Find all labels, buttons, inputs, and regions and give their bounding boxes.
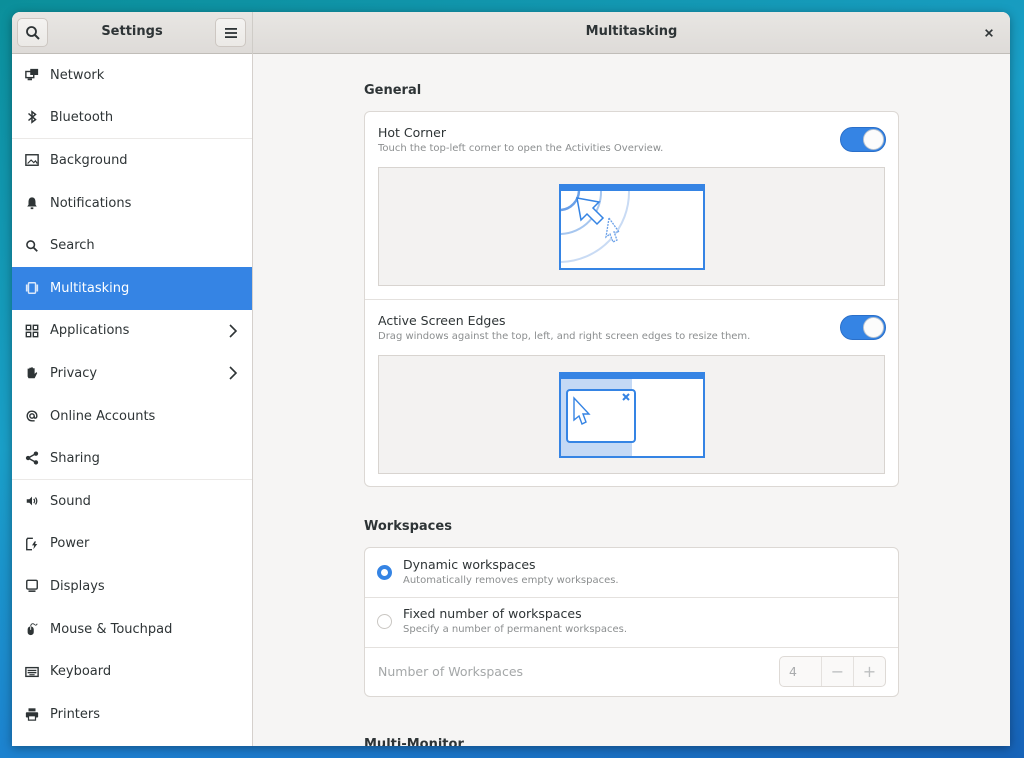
multitasking-icon <box>24 280 40 296</box>
sidebar-item-label: Privacy <box>50 365 98 381</box>
sidebar-item-label: Online Accounts <box>50 408 156 424</box>
workspaces-count-input[interactable]: 4 <box>780 657 822 686</box>
background-icon <box>24 152 40 168</box>
applications-grid-icon <box>24 323 40 339</box>
sidebar-item-sound[interactable]: Sound <box>12 480 252 523</box>
sidebar-item-label: Background <box>50 152 128 168</box>
workspaces-section-title: Workspaces <box>364 519 452 534</box>
sidebar-item-label: Search <box>50 238 95 254</box>
sidebar-item-label: Multitasking <box>50 280 130 296</box>
hand-icon <box>24 365 40 381</box>
sidebar-item-sharing[interactable]: Sharing <box>12 437 252 480</box>
dynamic-workspaces-title: Dynamic workspaces <box>403 557 536 572</box>
header-bar: Settings Multitasking <box>12 12 1010 54</box>
sidebar: Network Bluetooth Background Notificatio… <box>12 54 253 746</box>
hot-corner-illustration-icon <box>558 183 705 270</box>
fixed-workspaces-title: Fixed number of workspaces <box>403 606 582 621</box>
number-of-workspaces-spinner: 4 − + <box>779 656 886 687</box>
search-icon <box>24 238 40 254</box>
at-icon <box>24 408 40 424</box>
general-card: Hot Corner Touch the top-left corner to … <box>364 111 899 487</box>
sidebar-item-online-accounts[interactable]: Online Accounts <box>12 395 252 438</box>
chevron-right-icon <box>229 323 238 338</box>
sidebar-item-applications[interactable]: Applications <box>12 310 252 353</box>
close-icon <box>985 29 993 37</box>
sidebar-item-search[interactable]: Search <box>12 224 252 267</box>
sidebar-item-label: Bluetooth <box>50 109 114 125</box>
bluetooth-icon <box>24 109 40 125</box>
toggle-knob <box>863 317 884 338</box>
keyboard-icon <box>24 664 40 680</box>
sidebar-item-label: Displays <box>50 578 105 594</box>
sidebar-item-label: Power <box>50 536 90 552</box>
fixed-workspaces-row[interactable]: Fixed number of workspaces Specify a num… <box>365 598 898 647</box>
sidebar-item-privacy[interactable]: Privacy <box>12 352 252 395</box>
hot-corner-toggle[interactable] <box>840 127 886 152</box>
fixed-workspaces-subtitle: Specify a number of permanent workspaces… <box>403 624 628 635</box>
sidebar-item-label: Applications <box>50 323 130 339</box>
multi-monitor-section-title: Multi-Monitor <box>364 737 464 746</box>
sidebar-item-network[interactable]: Network <box>12 54 252 97</box>
decrement-button[interactable]: − <box>822 657 853 686</box>
dynamic-workspaces-subtitle: Automatically removes empty workspaces. <box>403 575 619 586</box>
sidebar-item-label: Keyboard <box>50 664 112 680</box>
sidebar-item-label: Notifications <box>50 195 132 211</box>
fixed-workspaces-radio[interactable] <box>377 614 392 629</box>
hot-corner-title: Hot Corner <box>378 125 446 140</box>
sidebar-item-label: Network <box>50 67 105 83</box>
sidebar-item-notifications[interactable]: Notifications <box>12 182 252 225</box>
printer-icon <box>24 706 40 722</box>
search-button[interactable] <box>17 18 48 47</box>
sidebar-item-keyboard[interactable]: Keyboard <box>12 650 252 693</box>
toggle-knob <box>863 129 884 150</box>
sidebar-item-label: Sharing <box>50 450 100 466</box>
active-edges-illustration <box>378 355 885 474</box>
network-icon <box>24 67 40 83</box>
sidebar-title: Settings <box>101 24 163 39</box>
number-of-workspaces-label: Number of Workspaces <box>378 664 524 679</box>
page-title: Multitasking <box>585 24 678 39</box>
search-icon <box>25 25 40 40</box>
dynamic-workspaces-row[interactable]: Dynamic workspaces Automatically removes… <box>365 548 898 597</box>
power-icon <box>24 536 40 552</box>
main-menu-button[interactable] <box>215 18 246 47</box>
mouse-icon <box>24 621 40 637</box>
sidebar-item-label: Sound <box>50 493 91 509</box>
active-edges-illustration-icon <box>558 371 705 458</box>
share-icon <box>24 450 40 466</box>
hamburger-menu-icon <box>224 27 237 38</box>
dynamic-workspaces-radio[interactable] <box>377 565 392 580</box>
active-edges-subtitle: Drag windows against the top, left, and … <box>378 331 751 342</box>
settings-window: Settings Multitasking Network Bluetooth … <box>12 12 1010 746</box>
sidebar-item-bluetooth[interactable]: Bluetooth <box>12 97 252 140</box>
sidebar-item-printers[interactable]: Printers <box>12 693 252 736</box>
sidebar-item-background[interactable]: Background <box>12 139 252 182</box>
sidebar-item-label: Mouse & Touchpad <box>50 621 173 637</box>
general-section-title: General <box>364 83 422 98</box>
row-separator <box>365 647 898 648</box>
sidebar-item-mouse-touchpad[interactable]: Mouse & Touchpad <box>12 608 252 651</box>
close-button[interactable] <box>978 22 1000 44</box>
active-edges-title: Active Screen Edges <box>378 313 506 328</box>
hot-corner-illustration <box>378 167 885 286</box>
speaker-icon <box>24 493 40 509</box>
sidebar-item-multitasking[interactable]: Multitasking <box>12 266 252 310</box>
workspaces-card: Dynamic workspaces Automatically removes… <box>364 547 899 697</box>
increment-button[interactable]: + <box>853 657 885 686</box>
sidebar-item-label: Printers <box>50 706 101 722</box>
sidebar-item-power[interactable]: Power <box>12 523 252 566</box>
content-pane: General Hot Corner Touch the top-left co… <box>253 55 1010 746</box>
active-edges-toggle[interactable] <box>840 315 886 340</box>
sidebar-item-displays[interactable]: Displays <box>12 565 252 608</box>
bell-icon <box>24 195 40 211</box>
hot-corner-subtitle: Touch the top-left corner to open the Ac… <box>378 143 664 154</box>
row-separator <box>365 299 898 300</box>
display-icon <box>24 578 40 594</box>
chevron-right-icon <box>229 366 238 380</box>
